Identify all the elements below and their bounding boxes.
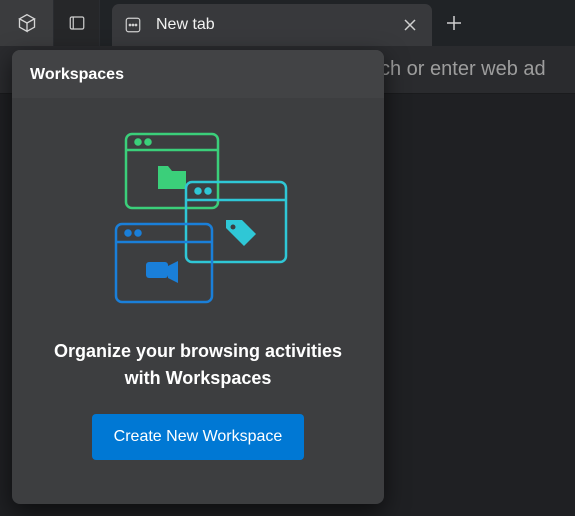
workspaces-flyout-body: Organize your browsing activities with W… bbox=[12, 98, 384, 504]
plus-icon bbox=[446, 15, 462, 31]
tab-actions-icon bbox=[68, 14, 86, 32]
cube-icon bbox=[17, 13, 37, 33]
workspaces-button[interactable] bbox=[0, 0, 54, 46]
new-tab-page-icon bbox=[124, 16, 142, 34]
tab-actions-button[interactable] bbox=[54, 0, 100, 46]
create-new-workspace-button[interactable]: Create New Workspace bbox=[92, 414, 305, 460]
workspaces-illustration bbox=[98, 124, 298, 314]
close-icon bbox=[403, 18, 417, 32]
workspaces-flyout: Workspaces bbox=[12, 50, 384, 504]
browser-tab-active[interactable]: New tab bbox=[112, 4, 432, 46]
tab-title: New tab bbox=[156, 16, 382, 34]
new-tab-button[interactable] bbox=[432, 0, 476, 46]
workspaces-flyout-title: Workspaces bbox=[12, 50, 384, 98]
tab-strip: New tab bbox=[0, 0, 575, 46]
workspaces-tagline: Organize your browsing activities with W… bbox=[40, 338, 356, 392]
close-tab-button[interactable] bbox=[396, 11, 424, 39]
address-bar-placeholder-fragment: ch or enter web ad bbox=[380, 58, 546, 81]
